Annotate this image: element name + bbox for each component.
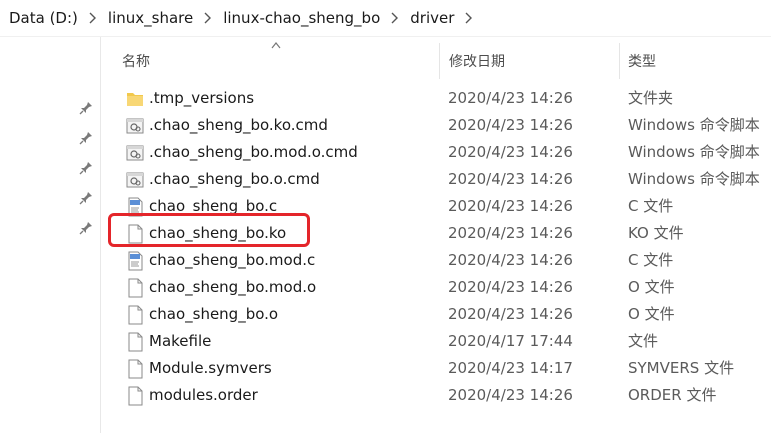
file-modified-date: 2020/4/23 14:26 <box>448 305 573 323</box>
file-modified-date: 2020/4/23 14:26 <box>448 116 573 134</box>
file-name: Module.symvers <box>149 359 272 377</box>
list-item[interactable]: chao_sheng_bo.o 2020/4/23 14:26 O 文件 <box>101 301 771 328</box>
file-name: chao_sheng_bo.ko <box>149 224 287 242</box>
list-item[interactable]: chao_sheng_bo.mod.o 2020/4/23 14:26 O 文件 <box>101 274 771 301</box>
column-header-name[interactable]: 名称 <box>122 37 150 85</box>
file-type: Windows 命令脚本 <box>628 170 760 188</box>
file-type: KO 文件 <box>628 224 684 242</box>
file-name: .tmp_versions <box>149 89 255 107</box>
file-name: chao_sheng_bo.mod.o <box>149 278 317 296</box>
file-type: 文件 <box>628 332 659 350</box>
list-item[interactable]: .tmp_versions 2020/4/23 14:26 文件夹 <box>101 85 771 112</box>
breadcrumb-item-project[interactable]: linux-chao_sheng_bo <box>219 9 384 27</box>
file-name: modules.order <box>149 386 258 404</box>
column-header-type[interactable]: 类型 <box>628 37 656 85</box>
file-name: chao_sheng_bo.mod.c <box>149 251 316 269</box>
pin-icon[interactable] <box>78 130 94 146</box>
list-item[interactable]: modules.order 2020/4/23 14:26 ORDER 文件 <box>101 382 771 409</box>
column-divider[interactable] <box>439 43 440 79</box>
file-type: Windows 命令脚本 <box>628 116 760 134</box>
list-item[interactable]: Makefile 2020/4/17 17:44 文件 <box>101 328 771 355</box>
file-modified-date: 2020/4/23 14:26 <box>448 143 573 161</box>
pin-icon[interactable] <box>78 190 94 206</box>
chevron-right-icon[interactable] <box>458 0 480 36</box>
file-modified-date: 2020/4/23 14:26 <box>448 278 573 296</box>
generic-file-icon <box>126 305 144 325</box>
file-explorer-window: Data (D:) linux_share linux-chao_sheng_b… <box>0 0 771 433</box>
file-name: Makefile <box>149 332 212 350</box>
file-type: O 文件 <box>628 278 675 296</box>
file-type: Windows 命令脚本 <box>628 143 760 161</box>
file-name: chao_sheng_bo.o <box>149 305 279 323</box>
file-modified-date: 2020/4/23 14:26 <box>448 251 573 269</box>
file-type: C 文件 <box>628 251 674 269</box>
cmd-script-icon <box>126 116 144 136</box>
list-item[interactable]: chao_sheng_bo.ko 2020/4/23 14:26 KO 文件 <box>101 220 771 247</box>
pin-icon[interactable] <box>78 100 94 116</box>
file-modified-date: 2020/4/23 14:26 <box>448 89 573 107</box>
file-name: .chao_sheng_bo.ko.cmd <box>149 116 328 134</box>
file-list: .tmp_versions 2020/4/23 14:26 文件夹 .chao_she… <box>101 85 771 409</box>
breadcrumb-item-linux-share[interactable]: linux_share <box>104 9 197 27</box>
breadcrumb: Data (D:) linux_share linux-chao_sheng_b… <box>0 0 771 37</box>
file-name: .chao_sheng_bo.mod.o.cmd <box>149 143 358 161</box>
generic-file-icon <box>126 386 144 406</box>
c-source-icon <box>126 251 144 271</box>
file-type: SYMVERS 文件 <box>628 359 735 377</box>
file-type: O 文件 <box>628 305 675 323</box>
generic-file-icon <box>126 278 144 298</box>
breadcrumb-item-driver[interactable]: driver <box>406 9 458 27</box>
list-item[interactable]: .chao_sheng_bo.o.cmd 2020/4/23 14:26 Windo… <box>101 166 771 193</box>
list-item[interactable]: chao_sheng_bo.mod.c 2020/4/23 14:26 C 文件 <box>101 247 771 274</box>
list-item[interactable]: .chao_sheng_bo.mod.o.cmd 2020/4/23 14:26 W… <box>101 139 771 166</box>
chevron-right-icon[interactable] <box>197 0 219 36</box>
file-modified-date: 2020/4/23 14:26 <box>448 197 573 215</box>
file-name: chao_sheng_bo.c <box>149 197 278 215</box>
pin-icon[interactable] <box>78 160 94 176</box>
file-modified-date: 2020/4/23 14:26 <box>448 386 573 404</box>
column-divider[interactable] <box>619 43 620 79</box>
file-type: C 文件 <box>628 197 674 215</box>
file-type: 文件夹 <box>628 89 674 107</box>
file-type: ORDER 文件 <box>628 386 717 404</box>
file-modified-date: 2020/4/23 14:26 <box>448 224 573 242</box>
file-modified-date: 2020/4/23 14:17 <box>448 359 573 377</box>
generic-file-icon <box>126 332 144 352</box>
list-item[interactable]: chao_sheng_bo.c 2020/4/23 14:26 C 文件 <box>101 193 771 220</box>
file-modified-date: 2020/4/23 14:26 <box>448 170 573 188</box>
cmd-script-icon <box>126 143 144 163</box>
c-source-icon <box>126 197 144 217</box>
list-item[interactable]: Module.symvers 2020/4/23 14:17 SYMVERS 文件 <box>101 355 771 382</box>
folder-icon <box>126 89 144 109</box>
chevron-right-icon[interactable] <box>384 0 406 36</box>
column-header-date[interactable]: 修改日期 <box>449 37 505 85</box>
file-modified-date: 2020/4/17 17:44 <box>448 332 573 350</box>
file-name: .chao_sheng_bo.o.cmd <box>149 170 320 188</box>
sort-ascending-icon <box>271 42 281 49</box>
generic-file-icon <box>126 359 144 379</box>
generic-file-icon <box>126 224 144 244</box>
chevron-right-icon[interactable] <box>82 0 104 36</box>
list-item[interactable]: .chao_sheng_bo.ko.cmd 2020/4/23 14:26 Wind… <box>101 112 771 139</box>
pin-icon[interactable] <box>78 220 94 236</box>
cmd-script-icon <box>126 170 144 190</box>
navigation-pane <box>0 37 101 433</box>
column-header: 名称 修改日期 类型 <box>101 37 771 85</box>
breadcrumb-item-drive[interactable]: Data (D:) <box>0 9 82 27</box>
